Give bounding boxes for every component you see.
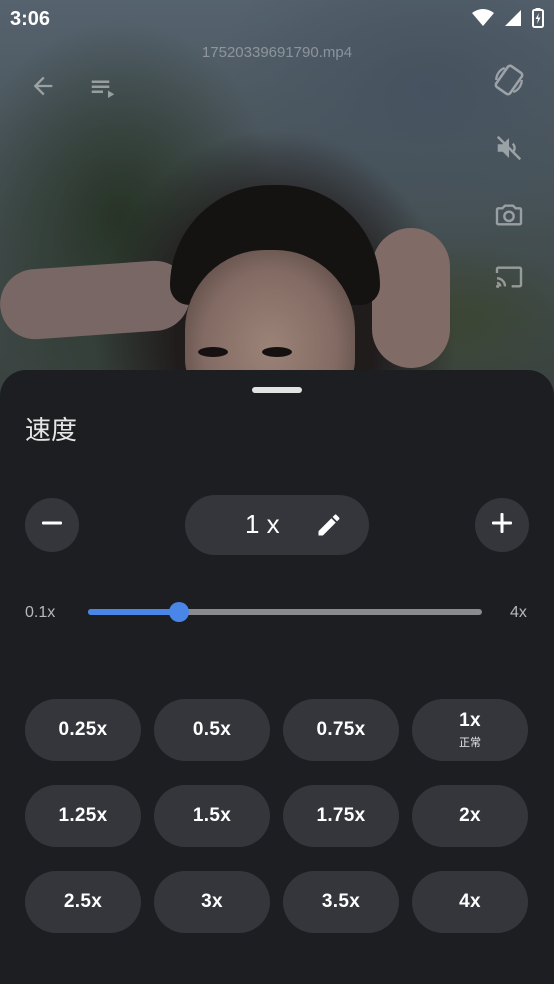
speed-preset-1.5x[interactable]: 1.5x bbox=[154, 785, 270, 847]
speed-slider-thumb[interactable] bbox=[168, 602, 189, 622]
plus-icon bbox=[490, 511, 514, 539]
speed-preset-1x[interactable]: 1x 正常 bbox=[412, 699, 528, 761]
slider-min-label: 0.1x bbox=[25, 604, 56, 621]
wifi-icon bbox=[472, 9, 494, 31]
speed-preset-label: 0.25x bbox=[58, 719, 108, 740]
speed-preset-0.5x[interactable]: 0.5x bbox=[154, 699, 270, 761]
speed-preset-3.5x[interactable]: 3.5x bbox=[283, 871, 399, 933]
current-speed-value: 1 x bbox=[245, 509, 280, 539]
speed-preset-4x[interactable]: 4x bbox=[412, 871, 528, 933]
speed-preset-label: 1.75x bbox=[316, 805, 366, 826]
video-file-name: 17520339691790.mp4 bbox=[201, 44, 353, 61]
speed-preset-normal-note: 正常 bbox=[459, 736, 481, 749]
sheet-title: 速度 bbox=[25, 416, 78, 446]
current-speed-field[interactable]: 1 x bbox=[185, 495, 369, 555]
speed-preset-1.25x[interactable]: 1.25x bbox=[25, 785, 141, 847]
speed-preset-label: 3.5x bbox=[321, 891, 361, 912]
speed-bottom-sheet: 速度 1 x 0.1x 4x 0.25x 0.5x 0.75x 1x 正常 1.… bbox=[0, 370, 554, 984]
speed-preset-label: 1x bbox=[459, 710, 481, 731]
screen-rotation-icon[interactable] bbox=[489, 60, 529, 100]
speed-preset-label: 2x bbox=[459, 805, 481, 826]
pencil-icon[interactable] bbox=[315, 511, 343, 543]
speed-preset-grid: 0.25x 0.5x 0.75x 1x 正常 1.25x 1.5x 1.75x … bbox=[25, 699, 529, 933]
status-icons bbox=[472, 8, 544, 32]
playlist-icon[interactable] bbox=[83, 68, 123, 108]
sheet-drag-handle[interactable] bbox=[252, 387, 302, 393]
cast-icon[interactable] bbox=[489, 257, 529, 297]
minus-icon bbox=[40, 511, 64, 539]
speed-preset-3x[interactable]: 3x bbox=[154, 871, 270, 933]
volume-off-icon[interactable] bbox=[489, 128, 529, 168]
status-time: 3:06 bbox=[10, 8, 51, 30]
speed-preset-0.25x[interactable]: 0.25x bbox=[25, 699, 141, 761]
arrow-back-icon[interactable] bbox=[23, 66, 63, 106]
speed-preset-2x[interactable]: 2x bbox=[412, 785, 528, 847]
status-bar: 3:06 bbox=[0, 0, 554, 38]
increase-speed-button[interactable] bbox=[475, 498, 529, 552]
decrease-speed-button[interactable] bbox=[25, 498, 79, 552]
speed-preset-label: 0.5x bbox=[192, 719, 232, 740]
speed-preset-0.75x[interactable]: 0.75x bbox=[283, 699, 399, 761]
signal-icon bbox=[504, 9, 522, 31]
battery-icon bbox=[532, 8, 544, 32]
camera-icon[interactable] bbox=[489, 195, 529, 235]
slider-max-label: 4x bbox=[510, 604, 527, 621]
speed-preset-2.5x[interactable]: 2.5x bbox=[25, 871, 141, 933]
speed-preset-1.75x[interactable]: 1.75x bbox=[283, 785, 399, 847]
speed-preset-label: 3x bbox=[201, 891, 223, 912]
speed-slider[interactable] bbox=[88, 602, 482, 622]
speed-preset-label: 2.5x bbox=[63, 891, 103, 912]
speed-preset-label: 4x bbox=[459, 891, 481, 912]
speed-preset-label: 1.5x bbox=[192, 805, 232, 826]
speed-slider-fill bbox=[88, 609, 179, 615]
speed-preset-label: 0.75x bbox=[316, 719, 366, 740]
speed-preset-label: 1.25x bbox=[58, 805, 108, 826]
